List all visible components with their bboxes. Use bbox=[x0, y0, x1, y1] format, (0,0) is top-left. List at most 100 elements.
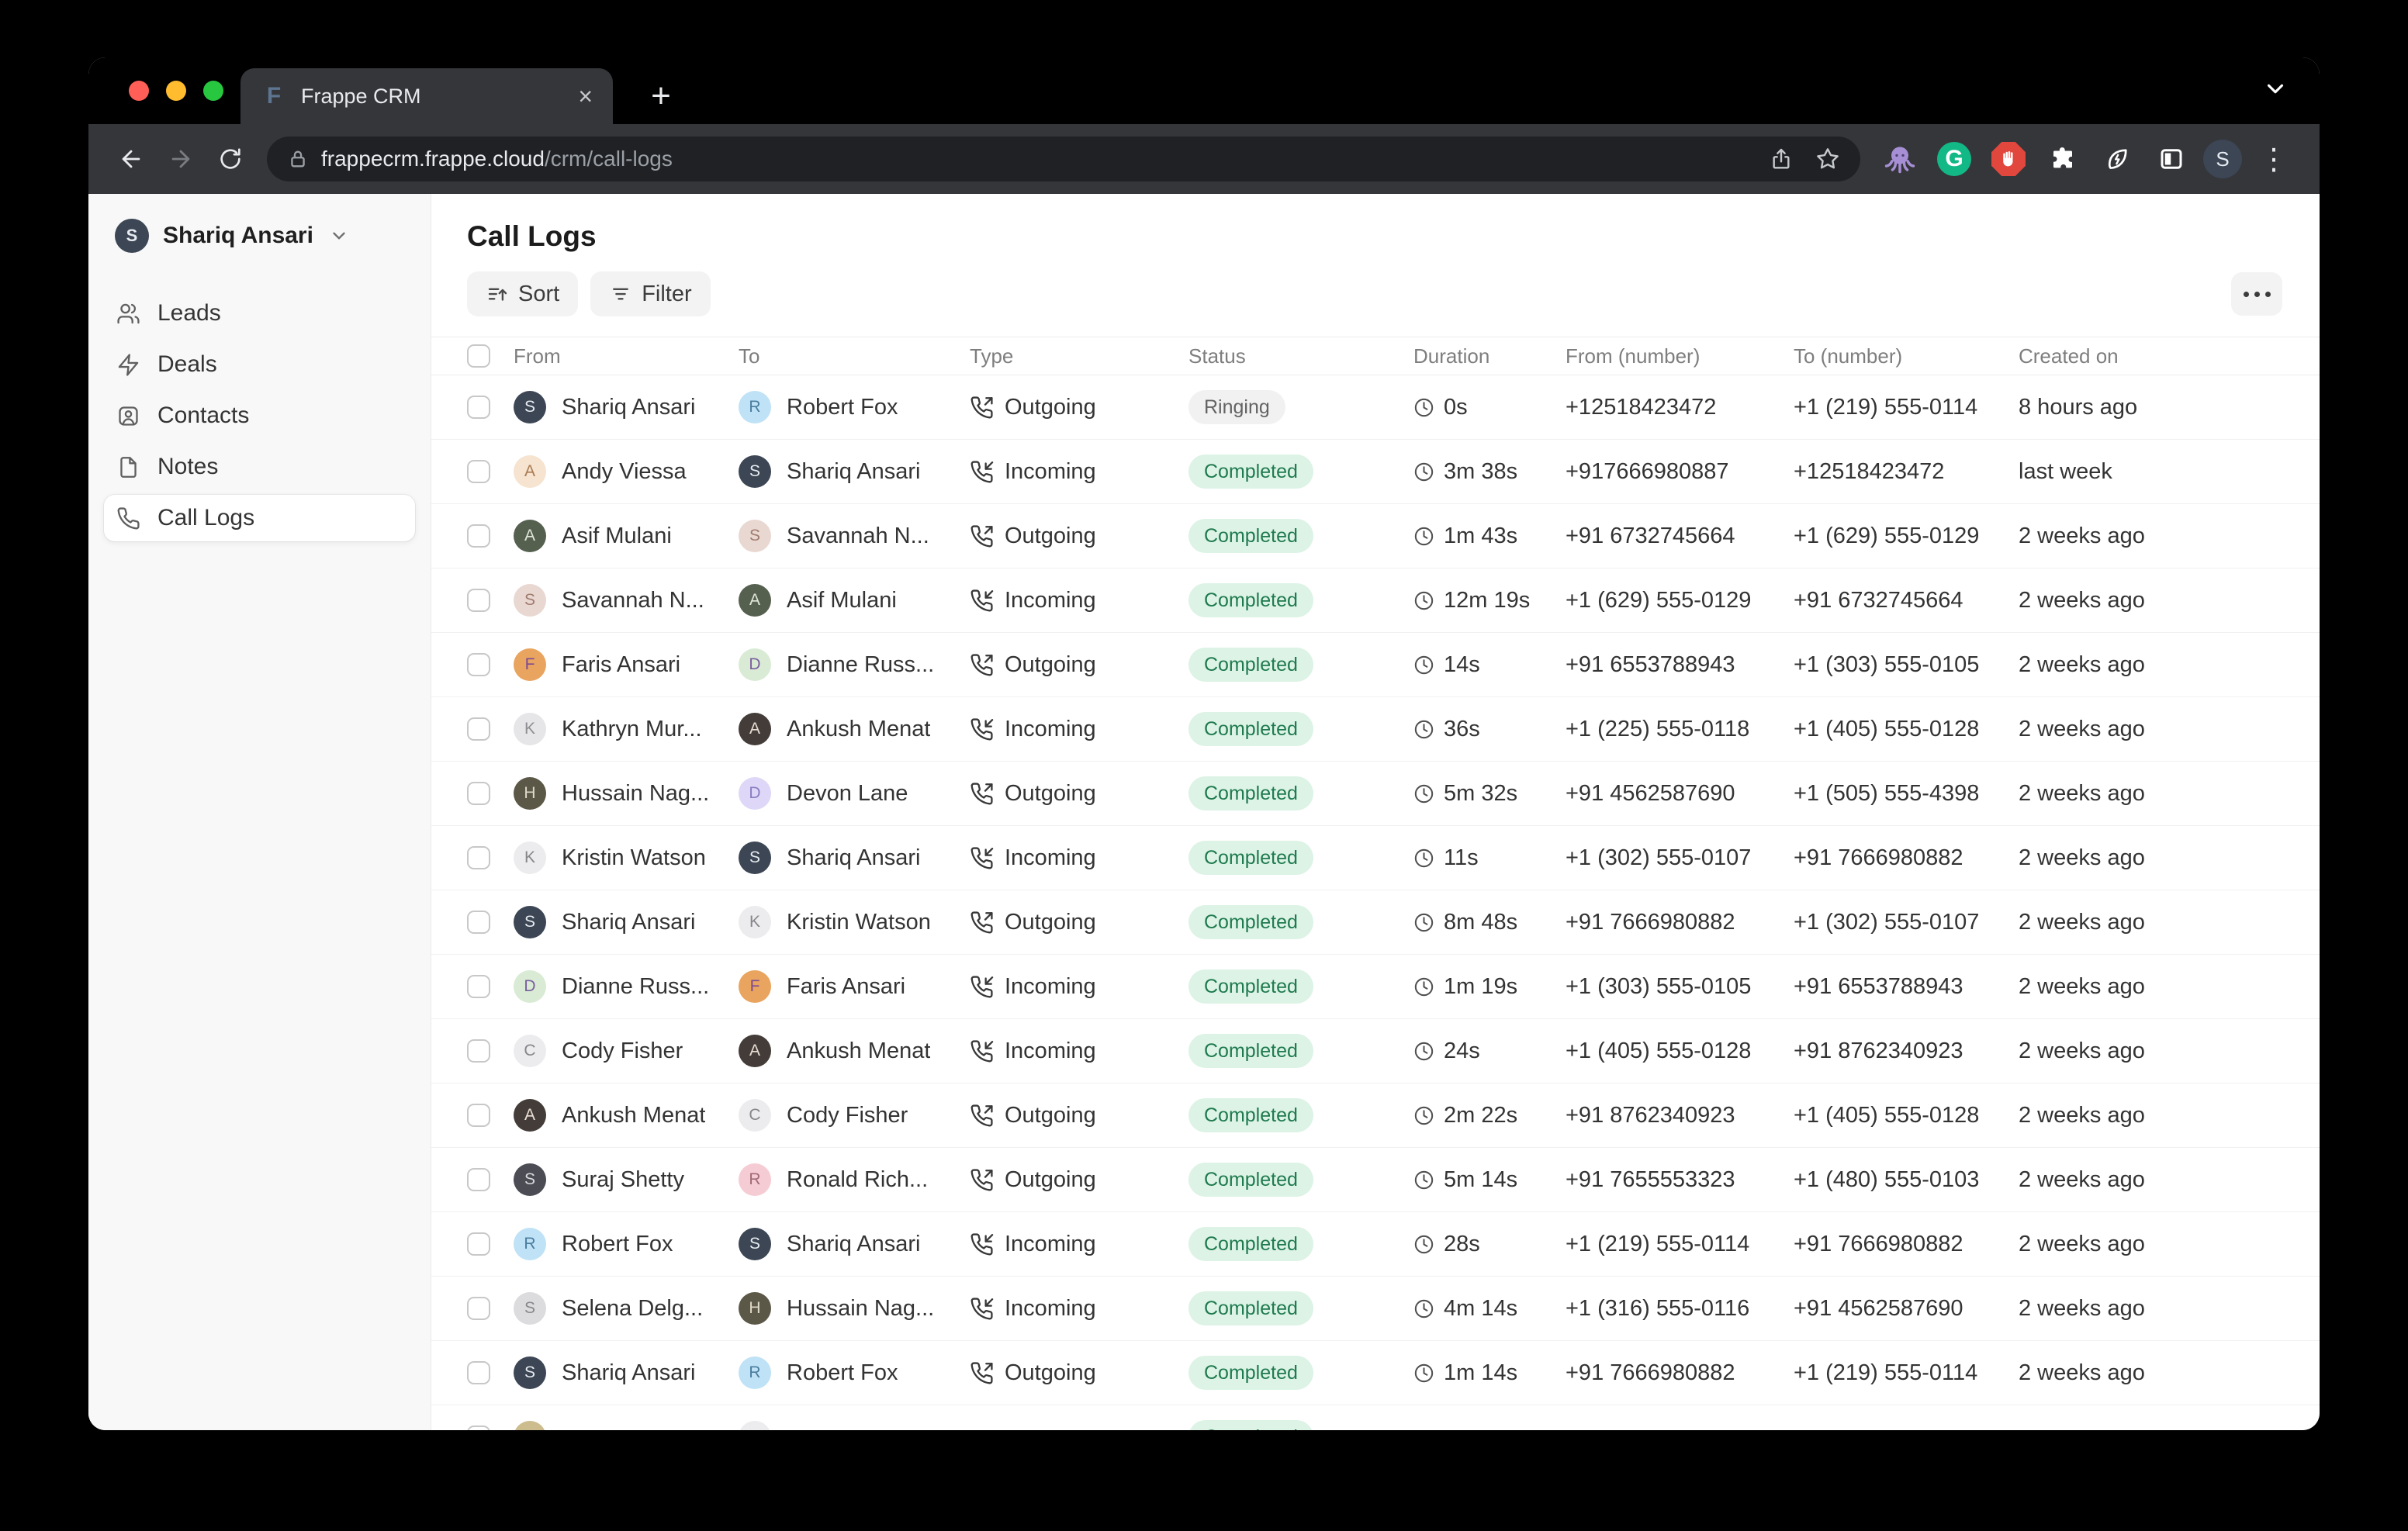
to-number: +1 (505) 555-4398 bbox=[1794, 781, 2019, 807]
column-header-duration: Duration bbox=[1413, 344, 1566, 368]
tab-search-chevron-icon[interactable] bbox=[2262, 76, 2289, 106]
back-button[interactable] bbox=[109, 137, 154, 181]
to-cell: S Shariq Ansari bbox=[739, 455, 970, 488]
new-tab-button[interactable]: + bbox=[641, 76, 681, 116]
status-cell: Completed bbox=[1188, 454, 1413, 489]
more-options-button[interactable] bbox=[2231, 272, 2282, 316]
row-checkbox[interactable] bbox=[467, 1232, 490, 1256]
duration-value: 2m 22s bbox=[1444, 1103, 1517, 1128]
table-row[interactable]: A Ankush Menat C Cody Fisher Outgoing Co… bbox=[431, 1083, 2320, 1148]
from-avatar: A bbox=[514, 455, 546, 488]
table-row[interactable]: S Selena Delg... H Hussain Nag... Incomi… bbox=[431, 1277, 2320, 1341]
duration-cell: 8m 48s bbox=[1413, 910, 1566, 935]
row-checkbox[interactable] bbox=[467, 589, 490, 612]
table-row[interactable]: S Savannah N... A Asif Mulani Incoming C… bbox=[431, 569, 2320, 633]
from-name: Asif Mulani bbox=[562, 524, 672, 549]
row-checkbox[interactable] bbox=[467, 717, 490, 741]
to-name: Devon Lane bbox=[787, 781, 908, 807]
duration-value: 3m 38s bbox=[1444, 459, 1517, 485]
reload-button[interactable] bbox=[208, 137, 253, 181]
from-cell: K Kristin Watson bbox=[514, 842, 739, 874]
sidebar-item-call-logs[interactable]: Call Logs bbox=[104, 495, 415, 541]
octocat-extension-icon[interactable] bbox=[1879, 140, 1921, 178]
sidebar-item-notes[interactable]: Notes bbox=[104, 444, 415, 490]
status-badge: Completed bbox=[1188, 841, 1313, 875]
bookmark-star-icon[interactable] bbox=[1815, 147, 1840, 171]
sidebar-item-leads[interactable]: Leads bbox=[104, 290, 415, 337]
row-checkbox[interactable] bbox=[467, 782, 490, 805]
extensions-puzzle-icon[interactable] bbox=[2042, 140, 2084, 178]
table-row[interactable]: F Faris Ansari D Dianne Russ... Outgoing… bbox=[431, 633, 2320, 697]
incoming-call-icon bbox=[970, 717, 994, 741]
table-row[interactable]: S Suraj Shetty R Ronald Rich... Outgoing… bbox=[431, 1148, 2320, 1212]
from-avatar: S bbox=[514, 1163, 546, 1196]
table-row[interactable]: H Hussain Nag... D Devon Lane Outgoing C… bbox=[431, 762, 2320, 826]
row-checkbox[interactable] bbox=[467, 396, 490, 419]
table-row[interactable]: A Andy Viessa S Shariq Ansari Incoming C… bbox=[431, 440, 2320, 504]
row-checkbox[interactable] bbox=[467, 975, 490, 998]
call-type-label: Incoming bbox=[1005, 974, 1096, 1000]
table-row[interactable]: C Cody Fisher A Ankush Menat Incoming Co… bbox=[431, 1019, 2320, 1083]
table-row[interactable]: S Shariq Ansari R Robert Fox Outgoing Ri… bbox=[431, 375, 2320, 440]
row-checkbox[interactable] bbox=[467, 1039, 490, 1063]
to-avatar: D bbox=[739, 648, 771, 681]
row-checkbox[interactable] bbox=[467, 911, 490, 934]
row-checkbox[interactable] bbox=[467, 653, 490, 676]
reading-mode-icon[interactable] bbox=[2150, 140, 2192, 178]
lock-icon bbox=[287, 148, 309, 170]
row-checkbox[interactable] bbox=[467, 524, 490, 548]
to-number: +91 6553788943 bbox=[1794, 974, 2019, 1000]
browser-menu-icon[interactable]: ⋮ bbox=[2247, 142, 2299, 177]
browser-profile-avatar[interactable]: S bbox=[2203, 140, 2242, 178]
tab-close-icon[interactable]: × bbox=[578, 84, 593, 109]
table-row[interactable]: S Shariq Ansari K Kristin Watson Outgoin… bbox=[431, 890, 2320, 955]
table-row[interactable]: S Shariq Ansari R Robert Fox Outgoing Co… bbox=[431, 1341, 2320, 1405]
user-menu[interactable]: S Shariq Ansari bbox=[104, 214, 415, 257]
browser-tab[interactable]: F Frappe CRM × bbox=[240, 68, 613, 124]
filter-button[interactable]: Filter bbox=[590, 271, 710, 316]
duration-value: 5m 32s bbox=[1444, 781, 1517, 807]
select-all-checkbox[interactable] bbox=[467, 344, 490, 368]
row-checkbox[interactable] bbox=[467, 460, 490, 483]
to-number: +1 (219) 555-0114 bbox=[1794, 1360, 2019, 1386]
row-checkbox[interactable] bbox=[467, 1168, 490, 1191]
share-icon[interactable] bbox=[1769, 147, 1794, 171]
row-checkbox[interactable] bbox=[467, 1297, 490, 1320]
to-cell: S Shariq Ansari bbox=[739, 1228, 970, 1260]
from-avatar: K bbox=[514, 713, 546, 745]
minimize-window-button[interactable] bbox=[166, 81, 186, 101]
from-avatar: S bbox=[514, 391, 546, 423]
to-avatar: R bbox=[739, 1356, 771, 1389]
sidebar-item-contacts[interactable]: Contacts bbox=[104, 392, 415, 439]
table-row[interactable]: K Kathryn Mur... A Ankush Menat Incoming… bbox=[431, 697, 2320, 762]
table-row[interactable]: Completed bbox=[431, 1405, 2320, 1430]
from-number: +1 (303) 555-0105 bbox=[1566, 974, 1794, 1000]
table-row[interactable]: A Asif Mulani S Savannah N... Outgoing C… bbox=[431, 504, 2320, 569]
table-row[interactable]: R Robert Fox S Shariq Ansari Incoming Co… bbox=[431, 1212, 2320, 1277]
column-header-status: Status bbox=[1188, 344, 1413, 368]
to-name: Robert Fox bbox=[787, 395, 898, 420]
row-checkbox[interactable] bbox=[467, 1426, 490, 1430]
close-window-button[interactable] bbox=[129, 81, 149, 101]
sort-button[interactable]: Sort bbox=[467, 271, 578, 316]
incoming-call-icon bbox=[970, 846, 994, 870]
adblock-extension-icon[interactable] bbox=[1988, 140, 2029, 178]
grammarly-extension-icon[interactable]: G bbox=[1933, 140, 1975, 178]
row-checkbox[interactable] bbox=[467, 1361, 490, 1384]
zoom-window-button[interactable] bbox=[203, 81, 223, 101]
energy-saver-leaf-icon[interactable] bbox=[2096, 140, 2138, 178]
status-cell: Completed bbox=[1188, 1098, 1413, 1132]
address-bar[interactable]: frappecrm.frappe.cloud/crm/call-logs bbox=[267, 137, 1860, 181]
row-checkbox[interactable] bbox=[467, 846, 490, 869]
duration-cell: 1m 43s bbox=[1413, 524, 1566, 549]
sidebar-item-deals[interactable]: Deals bbox=[104, 341, 415, 388]
forward-button[interactable] bbox=[158, 137, 203, 181]
table-row[interactable]: K Kristin Watson S Shariq Ansari Incomin… bbox=[431, 826, 2320, 890]
table-row[interactable]: D Dianne Russ... F Faris Ansari Incoming… bbox=[431, 955, 2320, 1019]
user-avatar: S bbox=[115, 219, 149, 253]
row-checkbox[interactable] bbox=[467, 1104, 490, 1127]
from-number: +91 6732745664 bbox=[1566, 524, 1794, 549]
created-on: 2 weeks ago bbox=[2019, 1103, 2289, 1128]
from-avatar: F bbox=[514, 648, 546, 681]
status-badge: Completed bbox=[1188, 1420, 1313, 1430]
